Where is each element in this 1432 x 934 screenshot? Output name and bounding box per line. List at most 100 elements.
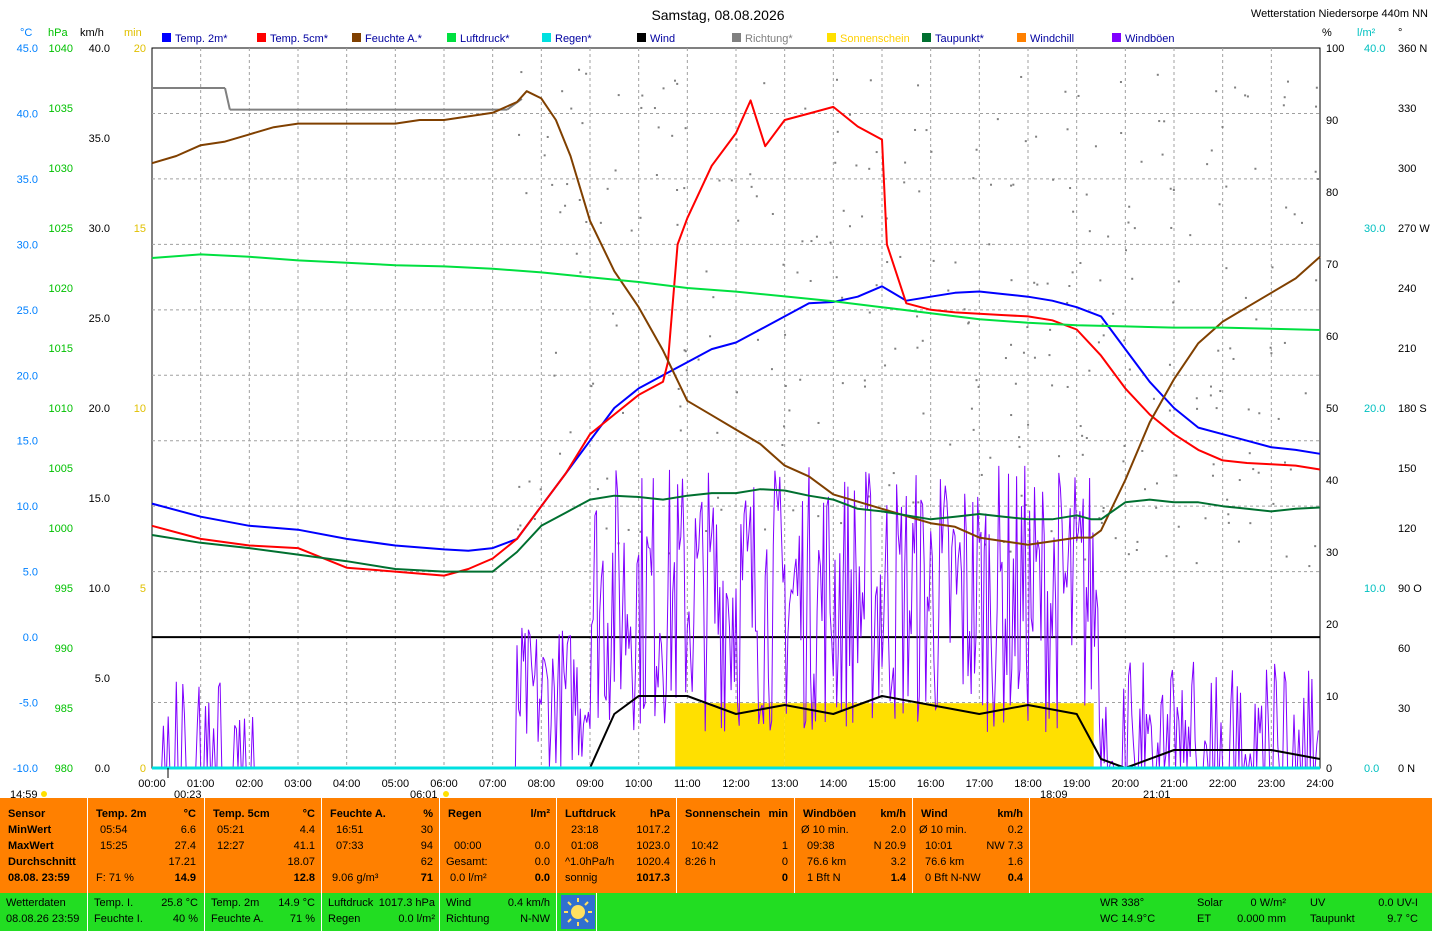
- direction-dot: [1128, 368, 1131, 371]
- legend-label: Temp. 2m*: [175, 33, 228, 45]
- tick-kmh: 35.0: [89, 133, 110, 145]
- temp2m-humidity: F: 71 %: [96, 872, 134, 884]
- wind-column: Wind km/h Ø 10 min. 0.2 10:01 NW 7.3 76.…: [913, 798, 1030, 893]
- tick-deg: 330: [1398, 103, 1416, 115]
- direction-dot: [875, 151, 878, 154]
- direction-dot: [561, 90, 564, 93]
- direction-dot: [836, 130, 839, 133]
- direction-dot: [801, 240, 804, 243]
- direction-dot: [783, 425, 786, 428]
- tick-deg: 270 W: [1398, 223, 1430, 235]
- direction-dot: [737, 219, 740, 222]
- tick-deg: 240: [1398, 283, 1416, 295]
- legend-swatch: [257, 33, 266, 42]
- pressure-header: Luftdruck: [565, 808, 616, 820]
- legend-swatch: [732, 33, 741, 42]
- direction-dot: [599, 221, 602, 224]
- direction-dot: [676, 189, 679, 192]
- sensor-column: Sensor MinWert MaxWert Durchschnitt 08.0…: [0, 798, 88, 893]
- direction-dot: [809, 279, 812, 282]
- bottom-wind-value: 0.4 km/h: [507, 897, 550, 909]
- bottom-weather: Wetterdaten 08.08.26 23:59: [0, 893, 88, 931]
- gust-max-value: N 20.9: [873, 840, 906, 852]
- tick-x: 07:00: [479, 778, 507, 790]
- direction-dot: [1177, 280, 1180, 283]
- humidity-unit: %: [423, 808, 433, 820]
- direction-dot: [886, 261, 889, 264]
- direction-dot: [1304, 392, 1307, 395]
- tick-x: 17:00: [966, 778, 994, 790]
- direction-dot: [662, 87, 665, 90]
- tick-pct: 80: [1326, 187, 1338, 199]
- bottom-pressure: Luftdruck 1017.3 hPa Regen 0.0 l/m²: [322, 893, 440, 931]
- humidity-column: Feuchte A. % 16:51 30 07:33 94 62 9.06 g…: [322, 798, 440, 893]
- tick-min: 10: [134, 403, 146, 415]
- direction-dot: [947, 289, 950, 292]
- direction-dot: [1206, 163, 1209, 166]
- tick-deg: 60: [1398, 643, 1410, 655]
- direction-dot: [1196, 407, 1199, 410]
- temp2m-min-time: 05:54: [100, 824, 128, 836]
- tick-x: 15:00: [868, 778, 896, 790]
- direction-dot: [1163, 120, 1166, 123]
- direction-dot: [799, 378, 802, 381]
- direction-dot: [868, 311, 871, 314]
- direction-dot: [1209, 385, 1212, 388]
- direction-dot: [1112, 312, 1115, 315]
- bottom-solar-value: 0 W/m²: [1250, 897, 1286, 909]
- legend-label: Feuchte A.*: [365, 33, 423, 45]
- temp2m-avg: 17.21: [168, 856, 196, 868]
- tick-kmh: 20.0: [89, 403, 110, 415]
- direction-dot: [1225, 185, 1228, 188]
- direction-dot: [1020, 494, 1023, 497]
- legend-swatch: [542, 33, 551, 42]
- humidity-max-value: 94: [420, 840, 433, 852]
- direction-dot: [1300, 221, 1303, 224]
- direction-dot: [784, 333, 787, 336]
- direction-dot: [1175, 474, 1178, 477]
- tick-deg: 210: [1398, 343, 1416, 355]
- direction-dot: [1215, 407, 1218, 410]
- direction-dot: [954, 261, 957, 264]
- direction-dot: [1286, 80, 1289, 83]
- tick-deg: 30: [1398, 703, 1410, 715]
- wind-avg-value: 0.2: [1007, 824, 1023, 836]
- bottom-hum-indoor: 40 %: [172, 913, 198, 925]
- legend-swatch: [1017, 33, 1026, 42]
- direction-dot: [1099, 279, 1102, 282]
- wind-distance-value: 1.6: [1007, 856, 1023, 868]
- direction-dot: [653, 107, 656, 110]
- gust-max-time: 09:38: [807, 840, 835, 852]
- direction-dot: [755, 195, 758, 198]
- direction-dot: [912, 501, 915, 504]
- legend-label: Regen*: [555, 33, 592, 45]
- direction-dot: [836, 78, 839, 81]
- direction-dot: [888, 484, 891, 487]
- direction-dot: [676, 82, 679, 85]
- tick-hpa: 1005: [49, 463, 73, 475]
- direction-dot: [1254, 167, 1257, 170]
- direction-dot: [869, 79, 872, 82]
- chart-title: Samstag, 08.08.2026: [651, 7, 784, 23]
- current-status-bar: Wetterdaten 08.08.26 23:59 Temp. I. 25.8…: [0, 893, 1432, 931]
- direction-dot: [1285, 206, 1288, 209]
- direction-dot: [1140, 160, 1143, 163]
- direction-dot: [904, 161, 907, 164]
- bottom-temp-outdoor-label: Temp. 2m: [211, 897, 260, 909]
- direction-dot: [1308, 565, 1311, 568]
- direction-dot: [764, 528, 767, 531]
- bottom-wind: Wind 0.4 km/h Richtung N-NW: [440, 893, 557, 931]
- tick-x: 04:00: [333, 778, 361, 790]
- direction-dot: [1269, 346, 1272, 349]
- direction-dot: [903, 181, 906, 184]
- direction-dot: [1158, 120, 1161, 123]
- direction-dot: [1169, 187, 1172, 190]
- humidity-max-time: 07:33: [336, 840, 364, 852]
- direction-dot: [1128, 205, 1131, 208]
- direction-dot: [697, 358, 700, 361]
- direction-dot: [539, 488, 542, 491]
- direction-dot: [1168, 363, 1171, 366]
- direction-dot: [1204, 517, 1207, 520]
- tick-x: 12:00: [722, 778, 750, 790]
- legend-swatch: [922, 33, 931, 42]
